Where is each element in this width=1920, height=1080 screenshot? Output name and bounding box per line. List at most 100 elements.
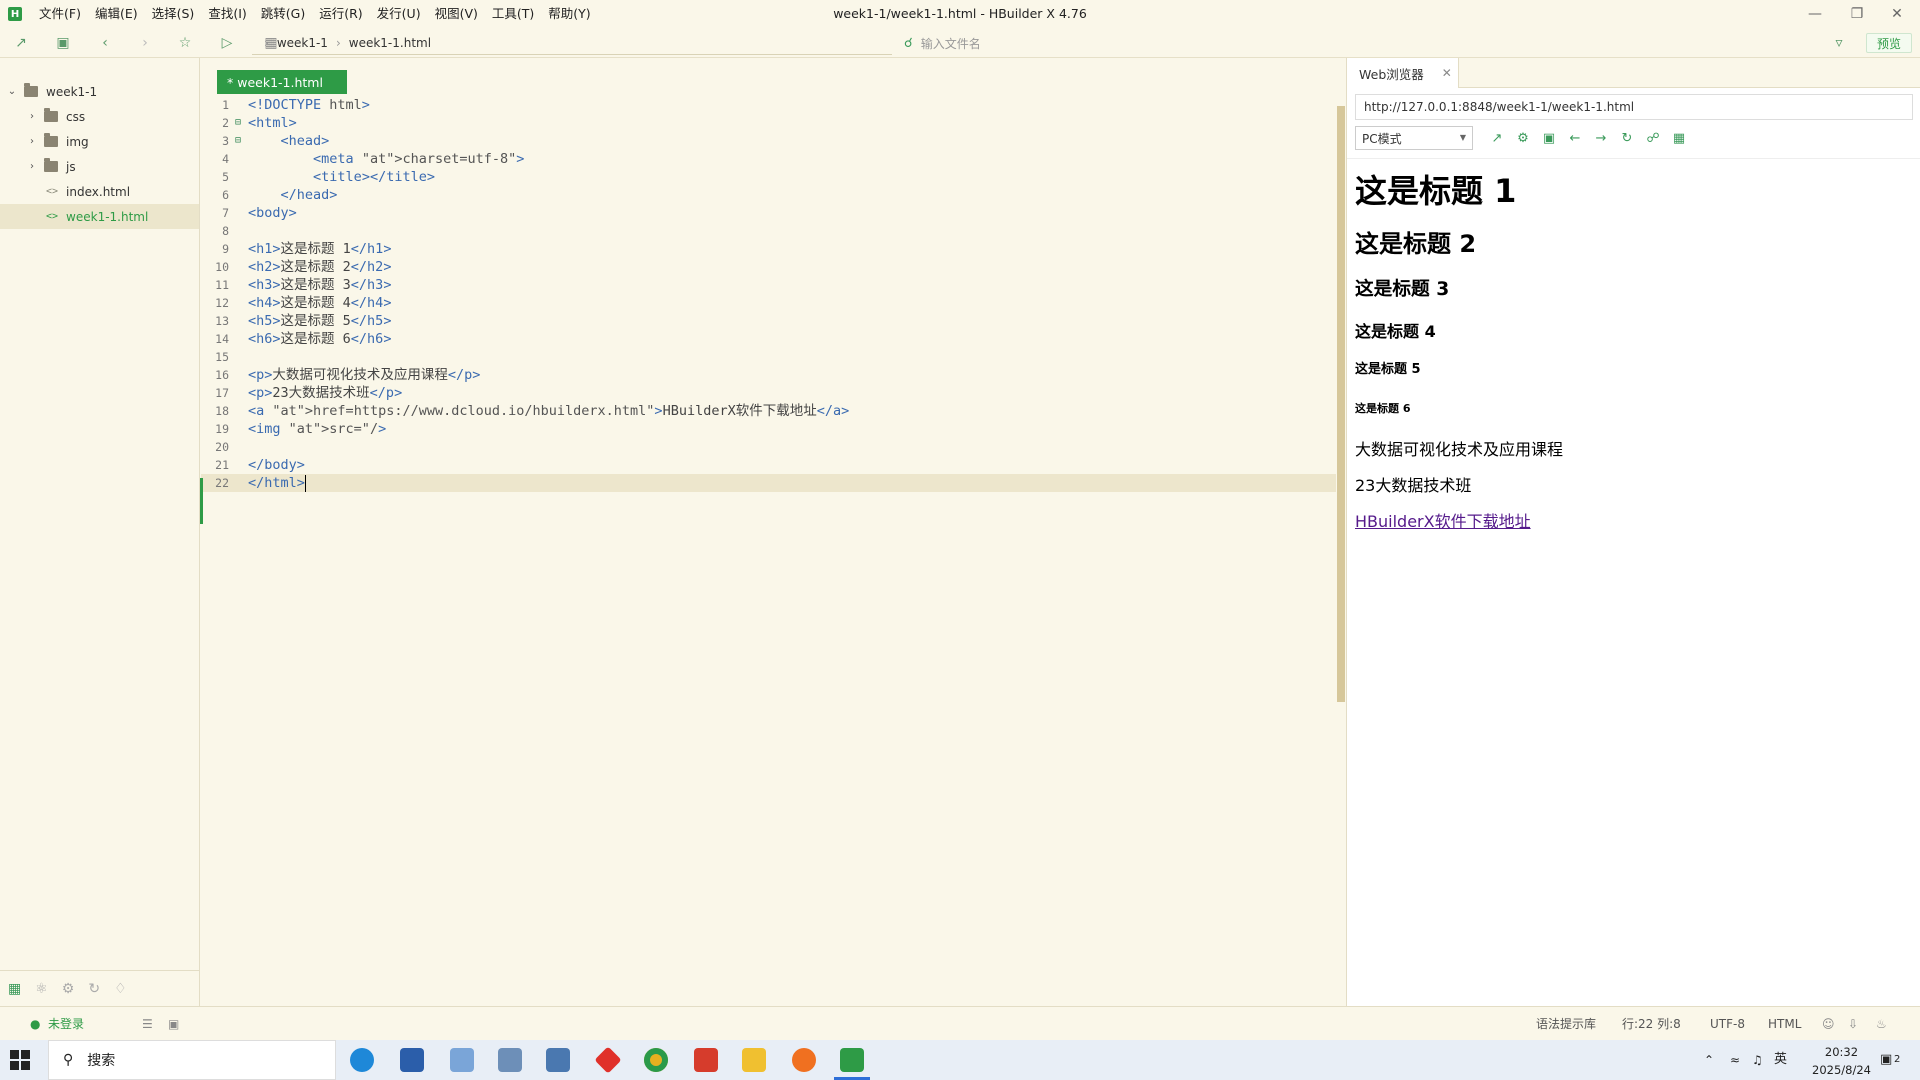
code-line[interactable]: 7 <body>: [201, 204, 1336, 222]
run-icon[interactable]: ▷: [218, 34, 236, 52]
close-icon[interactable]: ✕: [1874, 0, 1920, 28]
store-icon[interactable]: [400, 1048, 424, 1072]
git-icon[interactable]: ⚛: [35, 981, 48, 997]
refresh-icon[interactable]: ↻: [88, 981, 100, 997]
taskbar-search[interactable]: ⚲ 搜索: [48, 1040, 336, 1080]
breadcrumb-project[interactable]: week1-1: [277, 36, 328, 50]
tree-item-index-html[interactable]: <> index.html: [0, 179, 199, 204]
firefox-icon[interactable]: [792, 1048, 816, 1072]
code-line[interactable]: 20: [201, 438, 1336, 456]
rendered-link[interactable]: HBuilderX软件下载地址: [1355, 508, 1531, 532]
hbuilder-taskbar-icon[interactable]: [840, 1048, 864, 1072]
tree-item-css[interactable]: › css: [0, 104, 199, 129]
settings-icon[interactable]: ⚙: [62, 981, 75, 997]
url-input[interactable]: http://127.0.0.1:8848/week1-1/week1-1.ht…: [1355, 94, 1913, 120]
windows-start-icon[interactable]: [10, 1050, 30, 1070]
settings-icon[interactable]: ⚙: [1513, 128, 1533, 148]
menu-tools[interactable]: 工具(T): [485, 0, 541, 28]
code-line[interactable]: 12 <h4>这是标题 4</h4>: [201, 294, 1336, 312]
tree-project-root[interactable]: ⌄ week1-1: [0, 79, 199, 104]
arrow-right-icon[interactable]: →: [1591, 128, 1611, 148]
tree-item-img[interactable]: › img: [0, 129, 199, 154]
close-icon[interactable]: ✕: [1442, 66, 1452, 80]
minimize-icon[interactable]: —: [1792, 0, 1838, 28]
cursor-position[interactable]: 行:22 列:8: [1622, 1007, 1681, 1041]
language-mode[interactable]: HTML: [1768, 1007, 1801, 1041]
code-line[interactable]: 16 <p>大数据可视化技术及应用课程</p>: [201, 366, 1336, 384]
code-line[interactable]: 5 <title></title>: [201, 168, 1336, 186]
editor-scrollbar[interactable]: [1337, 106, 1345, 702]
star-icon[interactable]: ☆: [176, 34, 194, 52]
menu-goto[interactable]: 跳转(G): [254, 0, 312, 28]
ime-indicator[interactable]: 英: [1774, 1040, 1787, 1080]
terminal-icon[interactable]: ▣: [168, 1007, 179, 1041]
device-mode-select[interactable]: PC模式 ▼: [1355, 126, 1473, 150]
fold-toggle-icon[interactable]: ⊟: [235, 114, 241, 132]
chevron-down-icon[interactable]: ⌄: [6, 86, 18, 97]
chrome-icon[interactable]: [644, 1048, 668, 1072]
code-line[interactable]: 21 </body>: [201, 456, 1336, 474]
photos-icon[interactable]: [450, 1048, 474, 1072]
code-line[interactable]: 4 <meta "at">charset=utf-8">: [201, 150, 1336, 168]
chevron-up-icon[interactable]: ⌃: [1704, 1040, 1714, 1080]
edge-icon[interactable]: [350, 1048, 374, 1072]
diamond-app-icon[interactable]: [594, 1046, 622, 1074]
code-editor[interactable]: * week1-1.html 1 <!DOCTYPE html> 2 ⊟ <html> 3…: [201, 58, 1345, 1006]
fold-toggle-icon[interactable]: ⊟: [235, 132, 241, 150]
code-line[interactable]: 13 <h5>这是标题 5</h5>: [201, 312, 1336, 330]
lock-icon[interactable]: ☍: [1643, 128, 1663, 148]
bell-icon[interactable]: ♨: [1876, 1007, 1887, 1041]
tree-item-js[interactable]: › js: [0, 154, 199, 179]
download-icon[interactable]: ⇩: [1848, 1007, 1858, 1041]
code-line[interactable]: 17 <p>23大数据技术班</p>: [201, 384, 1336, 402]
code-line[interactable]: 19 <img "at">src="/>: [201, 420, 1336, 438]
menu-help[interactable]: 帮助(Y): [541, 0, 597, 28]
menu-find[interactable]: 查找(I): [201, 0, 253, 28]
code-line[interactable]: 6 </head>: [201, 186, 1336, 204]
syntax-library[interactable]: 语法提示库: [1536, 1007, 1596, 1041]
open-external-icon[interactable]: ↗: [1487, 128, 1507, 148]
remote-desktop-icon[interactable]: [546, 1048, 570, 1072]
back-icon[interactable]: ‹: [96, 34, 114, 52]
reload-icon[interactable]: ↻: [1617, 128, 1637, 148]
save-icon[interactable]: ▣: [54, 34, 72, 52]
chevron-right-icon[interactable]: ›: [26, 111, 38, 122]
code-line[interactable]: 22 </html>: [201, 474, 1336, 492]
menu-view[interactable]: 视图(V): [428, 0, 485, 28]
volume-icon[interactable]: ♫: [1752, 1040, 1763, 1080]
notification-icon[interactable]: ▣: [1880, 1040, 1892, 1080]
folder-icon[interactable]: ▦: [8, 981, 21, 997]
breadcrumb-file[interactable]: week1-1.html: [349, 36, 431, 50]
code-line[interactable]: 15: [201, 348, 1336, 366]
list-icon[interactable]: ☰: [142, 1007, 153, 1041]
console-icon[interactable]: ▣: [1539, 128, 1559, 148]
settings-app-icon[interactable]: [498, 1048, 522, 1072]
chat-icon[interactable]: ☺: [1822, 1007, 1835, 1041]
code-line[interactable]: 2 ⊟ <html>: [201, 114, 1336, 132]
encoding[interactable]: UTF-8: [1710, 1007, 1745, 1041]
new-file-icon[interactable]: ↗: [12, 34, 30, 52]
menu-select[interactable]: 选择(S): [145, 0, 202, 28]
browser-tab[interactable]: Web浏览器 ✕: [1347, 58, 1459, 88]
chevron-right-icon[interactable]: ›: [26, 161, 38, 172]
wps-icon[interactable]: [694, 1048, 718, 1072]
preview-button[interactable]: 预览: [1866, 33, 1912, 53]
filter-icon[interactable]: ▿: [1830, 34, 1848, 52]
code-line[interactable]: 14 <h6>这是标题 6</h6>: [201, 330, 1336, 348]
menu-run[interactable]: 运行(R): [312, 0, 369, 28]
qrcode-icon[interactable]: ▦: [1669, 128, 1689, 148]
code-line[interactable]: 18 <a "at">href=https://www.dcloud.io/hbu…: [201, 402, 1336, 420]
tree-item-week1-1-html[interactable]: <> week1-1.html: [0, 204, 199, 229]
chevron-right-icon[interactable]: ›: [26, 136, 38, 147]
code-line[interactable]: 3 ⊟ <head>: [201, 132, 1336, 150]
login-status[interactable]: 未登录: [48, 1007, 84, 1041]
editor-tab-week1-1-html[interactable]: * week1-1.html: [217, 70, 347, 94]
menu-edit[interactable]: 编辑(E): [88, 0, 145, 28]
clock[interactable]: 20:32 2025/8/24: [1812, 1043, 1871, 1079]
code-line[interactable]: 9 <h1>这是标题 1</h1>: [201, 240, 1336, 258]
file-explorer-icon[interactable]: [742, 1048, 766, 1072]
menu-file[interactable]: 文件(F): [32, 0, 88, 28]
code-line[interactable]: 10 <h2>这是标题 2</h2>: [201, 258, 1336, 276]
arrow-left-icon[interactable]: ←: [1565, 128, 1585, 148]
code-line[interactable]: 11 <h3>这是标题 3</h3>: [201, 276, 1336, 294]
